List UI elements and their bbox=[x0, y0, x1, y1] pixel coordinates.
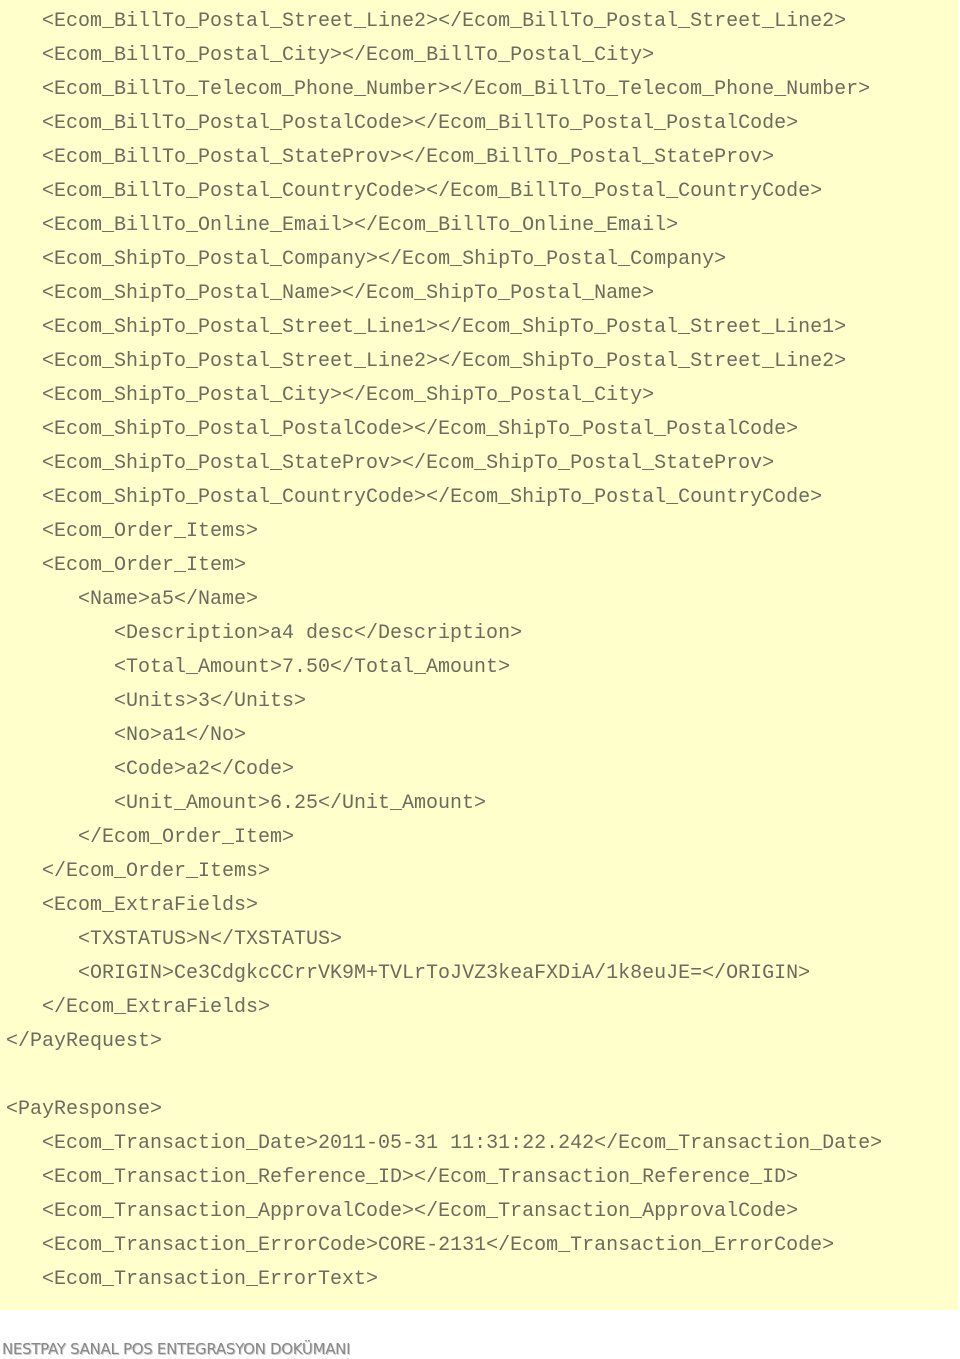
code-line: <ORIGIN>Ce3CdgkcCCrrVK9M+TVLrToJVZ3keaFX… bbox=[78, 962, 811, 985]
code-line: <Ecom_BillTo_Postal_PostalCode></Ecom_Bi… bbox=[42, 112, 799, 135]
code-line: <PayResponse> bbox=[6, 1098, 163, 1121]
code-line: <Ecom_BillTo_Postal_CountryCode></Ecom_B… bbox=[42, 180, 823, 203]
code-line: <Ecom_Order_Items> bbox=[42, 520, 259, 543]
code-line: <Ecom_ShipTo_Postal_PostalCode></Ecom_Sh… bbox=[42, 418, 799, 441]
code-line: <No>a1</No> bbox=[114, 724, 247, 747]
code-line: <Ecom_ShipTo_Postal_City></Ecom_ShipTo_P… bbox=[42, 384, 655, 407]
code-line: <Ecom_BillTo_Postal_StateProv></Ecom_Bil… bbox=[42, 146, 775, 169]
page-footer: NESTPAY SANAL POS ENTEGRASYON DOKÜMANI bbox=[2, 1340, 351, 1358]
code-line: <Unit_Amount>6.25</Unit_Amount> bbox=[114, 792, 487, 815]
code-line: <TXSTATUS>N</TXSTATUS> bbox=[78, 928, 343, 951]
code-line: <Ecom_ShipTo_Postal_Street_Line2></Ecom_… bbox=[42, 350, 847, 373]
code-line: <Total_Amount>7.50</Total_Amount> bbox=[114, 656, 511, 679]
code-line: <Description>a4 desc</Description> bbox=[114, 622, 523, 645]
code-line: <Ecom_Transaction_Reference_ID></Ecom_Tr… bbox=[42, 1166, 799, 1189]
code-block: <Ecom_BillTo_Postal_Street_Line2></Ecom_… bbox=[0, 0, 958, 1310]
code-line: <Ecom_ExtraFields> bbox=[42, 894, 259, 917]
code-line: </PayRequest> bbox=[6, 1030, 163, 1053]
code-line: <Ecom_ShipTo_Postal_CountryCode></Ecom_S… bbox=[42, 486, 823, 509]
code-line: </Ecom_ExtraFields> bbox=[42, 996, 271, 1019]
code-line: <Ecom_BillTo_Postal_City></Ecom_BillTo_P… bbox=[42, 44, 655, 67]
code-line: <Ecom_BillTo_Online_Email></Ecom_BillTo_… bbox=[42, 214, 679, 237]
code-line: <Ecom_ShipTo_Postal_StateProv></Ecom_Shi… bbox=[42, 452, 775, 475]
code-line: </Ecom_Order_Items> bbox=[42, 860, 271, 883]
code-line: <Ecom_BillTo_Telecom_Phone_Number></Ecom… bbox=[42, 78, 871, 101]
code-line: <Units>3</Units> bbox=[114, 690, 307, 713]
code-line: <Ecom_Transaction_Date>2011-05-31 11:31:… bbox=[42, 1132, 883, 1155]
code-line: <Ecom_Transaction_ErrorCode>CORE-2131</E… bbox=[42, 1234, 835, 1257]
code-line: <Ecom_Transaction_ErrorText> bbox=[42, 1268, 379, 1291]
code-line: <Ecom_ShipTo_Postal_Street_Line1></Ecom_… bbox=[42, 316, 847, 339]
code-line: <Code>a2</Code> bbox=[114, 758, 295, 781]
code-line: <Ecom_BillTo_Postal_Street_Line2></Ecom_… bbox=[42, 10, 847, 33]
code-line: <Ecom_Order_Item> bbox=[42, 554, 247, 577]
code-line: <Ecom_Transaction_ApprovalCode></Ecom_Tr… bbox=[42, 1200, 799, 1223]
code-line: <Ecom_ShipTo_Postal_Company></Ecom_ShipT… bbox=[42, 248, 727, 271]
code-line: <Name>a5</Name> bbox=[78, 588, 259, 611]
code-line: </Ecom_Order_Item> bbox=[78, 826, 295, 849]
code-line: <Ecom_ShipTo_Postal_Name></Ecom_ShipTo_P… bbox=[42, 282, 655, 305]
